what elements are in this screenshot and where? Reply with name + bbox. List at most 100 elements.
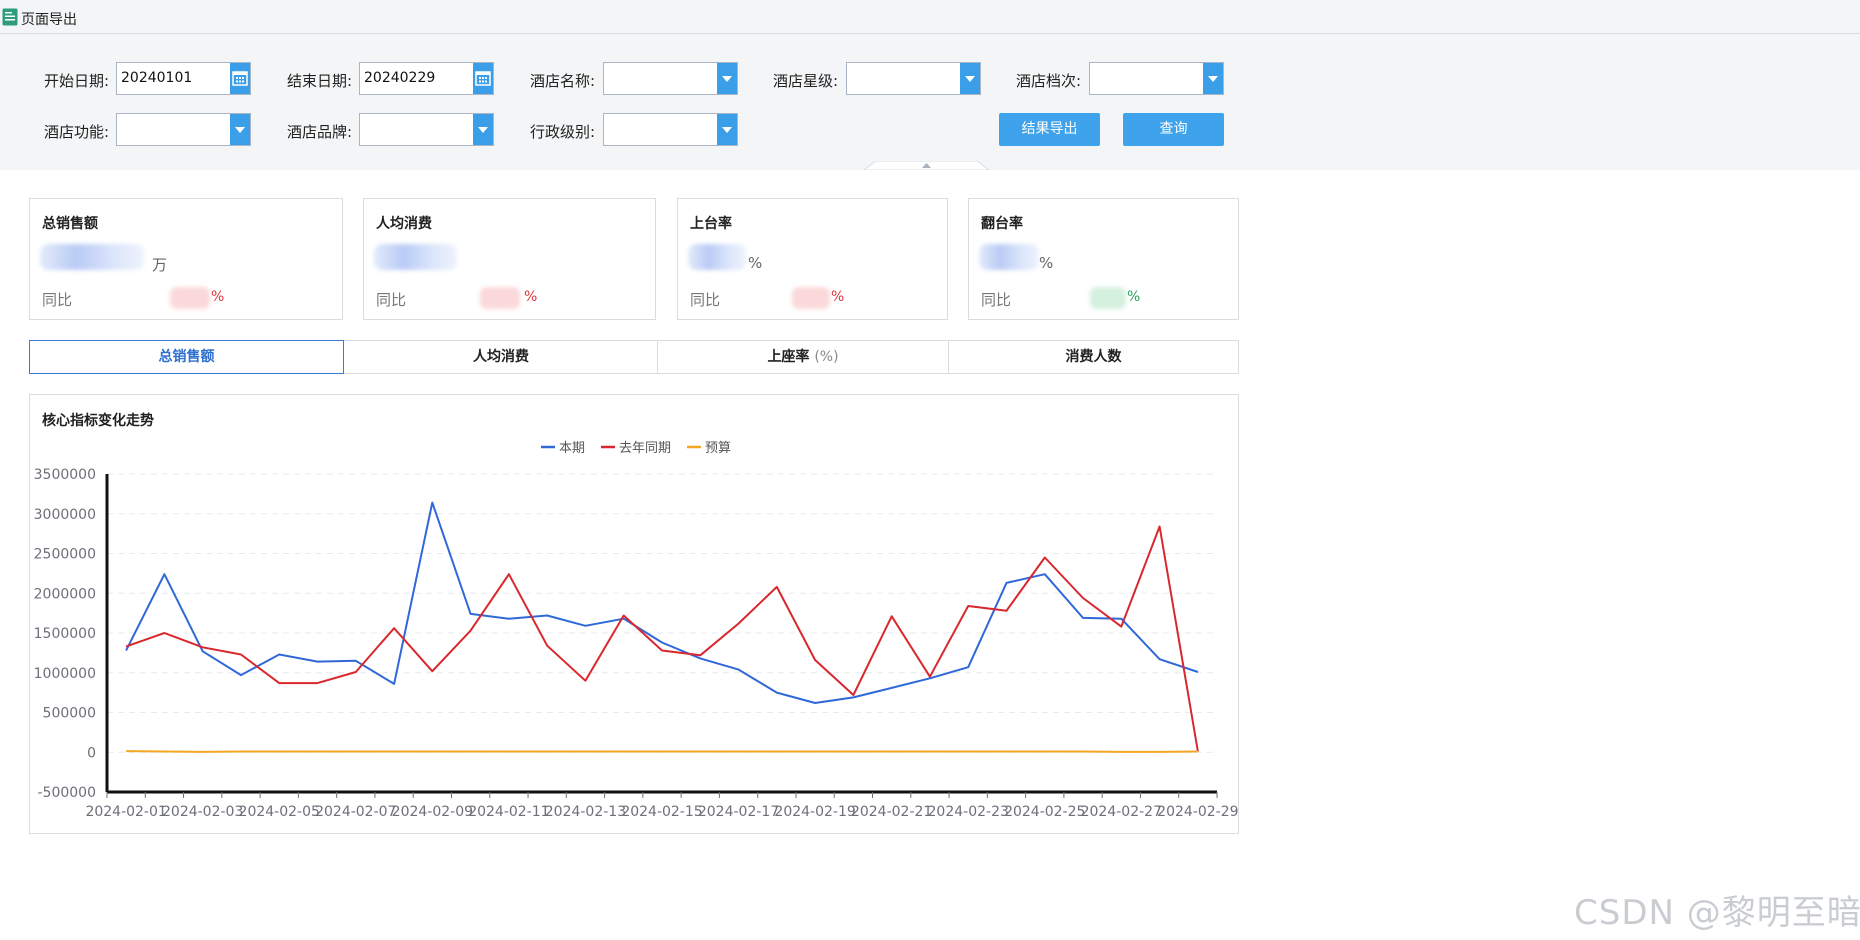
blurred-yoy-value [170,287,210,309]
legend-label: 去年同期 [619,441,671,456]
yoy-label: 同比 [981,291,1012,309]
y-tick-label: 1000000 [34,666,96,682]
x-tick-label: 2024-02-15 [621,804,702,820]
x-tick-label: 2024-02-17 [698,804,779,820]
x-tick-label: 2024-02-01 [85,804,166,820]
blurred-yoy-value [480,287,520,309]
x-tick-label: 2024-02-07 [315,804,396,820]
trend-chart-panel: 核心指标变化走势 -500000 0 500000 1000000 1500000 200… [29,394,1239,834]
tab-label: 上座率 [767,349,810,365]
chevron-down-icon[interactable] [960,63,980,94]
x-tick-label: 2024-02-23 [928,804,1009,820]
x-tick-label: 2024-02-25 [1004,804,1085,820]
kpi-card-avg-spend: 人均消费 同比 % [363,198,656,320]
end-date-label: 结束日期: [287,72,353,90]
y-tick-label: 2500000 [34,547,96,563]
card-title: 上台率 [690,216,732,232]
title-bar: 页面导出 [0,0,1860,34]
hotel-grade-label: 酒店档次: [1016,72,1082,90]
hotel-brand-select[interactable] [359,113,494,146]
tab-label: 消费人数 [1065,349,1122,365]
end-date-value: 20240229 [364,70,436,86]
query-button[interactable]: 查询 [1123,113,1224,146]
card-title: 总销售额 [42,216,98,232]
hotel-grade-select[interactable] [1089,62,1224,95]
y-tick-label: 0 [87,745,96,761]
blurred-value [979,244,1039,270]
start-date-label: 开始日期: [44,72,110,90]
tab-suffix: (%) [814,349,839,365]
blurred-yoy-value [792,287,830,309]
yoy-label: 同比 [690,291,721,309]
hotel-brand-label: 酒店品牌: [287,123,353,141]
kpi-card-turnover-rate: 翻台率 % 同比 % [968,198,1239,320]
hotel-function-select[interactable] [116,113,251,146]
chevron-down-icon[interactable] [473,114,493,145]
yoy-label: 同比 [42,291,73,309]
tab-label: 总销售额 [158,349,215,365]
calendar-icon[interactable] [473,63,493,94]
start-date-value: 20240101 [121,70,193,86]
yoy-percent: % [1127,289,1141,305]
card-title: 翻台率 [981,216,1023,232]
trend-chart: -500000 0 500000 1000000 1500000 2000000 25000… [34,441,1238,820]
calendar-icon[interactable] [230,63,250,94]
admin-level-label: 行政级别: [530,123,596,141]
yoy-percent: % [524,289,538,305]
filter-panel: 开始日期: 20240101 结束日期: 20240229 酒店名称: 酒店星级… [0,34,1860,170]
blurred-value [374,244,457,270]
collapse-toggle[interactable] [864,161,989,170]
x-tick-label: 2024-02-05 [239,804,320,820]
chevron-down-icon[interactable] [230,114,250,145]
tab-occupancy[interactable]: 上座率 (%) [658,341,948,373]
kpi-card-total-sales: 总销售额 万 同比 % [29,198,343,320]
blurred-yoy-value [1090,287,1126,309]
yoy-percent: % [211,289,225,305]
x-tick-label: 2024-02-13 [545,804,626,820]
x-tick-label: 2024-02-27 [1081,804,1162,820]
tab-total-sales[interactable]: 总销售额 [29,340,344,374]
card-unit: % [748,254,763,272]
end-date-field[interactable]: 20240229 [359,62,494,95]
x-tick-label: 2024-02-03 [162,804,243,820]
legend-label: 预算 [705,441,731,456]
x-tick-label: 2024-02-29 [1157,804,1238,820]
hotel-name-label: 酒店名称: [530,72,596,90]
yoy-percent: % [831,289,845,305]
y-tick-label: 1500000 [34,626,96,642]
legend-label: 本期 [559,441,585,456]
series-line-3 [126,750,1198,753]
tab-customers[interactable]: 消费人数 [949,341,1238,373]
tab-avg-spend[interactable]: 人均消费 [344,341,658,373]
card-unit: 万 [152,256,168,274]
yoy-label: 同比 [376,291,407,309]
hotel-star-label: 酒店星级: [773,72,839,90]
watermark: CSDN @黎明至暗 [1574,893,1860,933]
y-tick-label: -500000 [38,785,97,801]
hotel-star-select[interactable] [846,62,981,95]
admin-level-select[interactable] [603,113,738,146]
y-tick-label: 3000000 [34,507,96,523]
document-icon [2,8,18,26]
y-tick-label: 2000000 [34,586,96,602]
metric-tabs: 总销售额 人均消费 上座率 (%) 消费人数 [29,340,1239,374]
hotel-function-label: 酒店功能: [44,123,110,141]
series-line-2 [125,525,1199,752]
export-button[interactable]: 结果导出 [999,113,1100,146]
start-date-field[interactable]: 20240101 [116,62,251,95]
x-tick-label: 2024-02-21 [851,804,932,820]
chevron-down-icon[interactable] [1203,63,1223,94]
card-unit: % [1039,254,1054,272]
card-title: 人均消费 [376,216,432,232]
hotel-name-select[interactable] [603,62,738,95]
window-title: 页面导出 [21,12,77,28]
y-tick-label: 3500000 [34,467,96,483]
blurred-value [40,244,144,270]
kpi-card-table-rate: 上台率 % 同比 % [677,198,948,320]
chevron-down-icon[interactable] [717,114,737,145]
blurred-value [688,244,746,270]
x-tick-label: 2024-02-11 [468,804,549,820]
x-tick-label: 2024-02-19 [774,804,855,820]
x-tick-label: 2024-02-09 [392,804,473,820]
chevron-down-icon[interactable] [717,63,737,94]
